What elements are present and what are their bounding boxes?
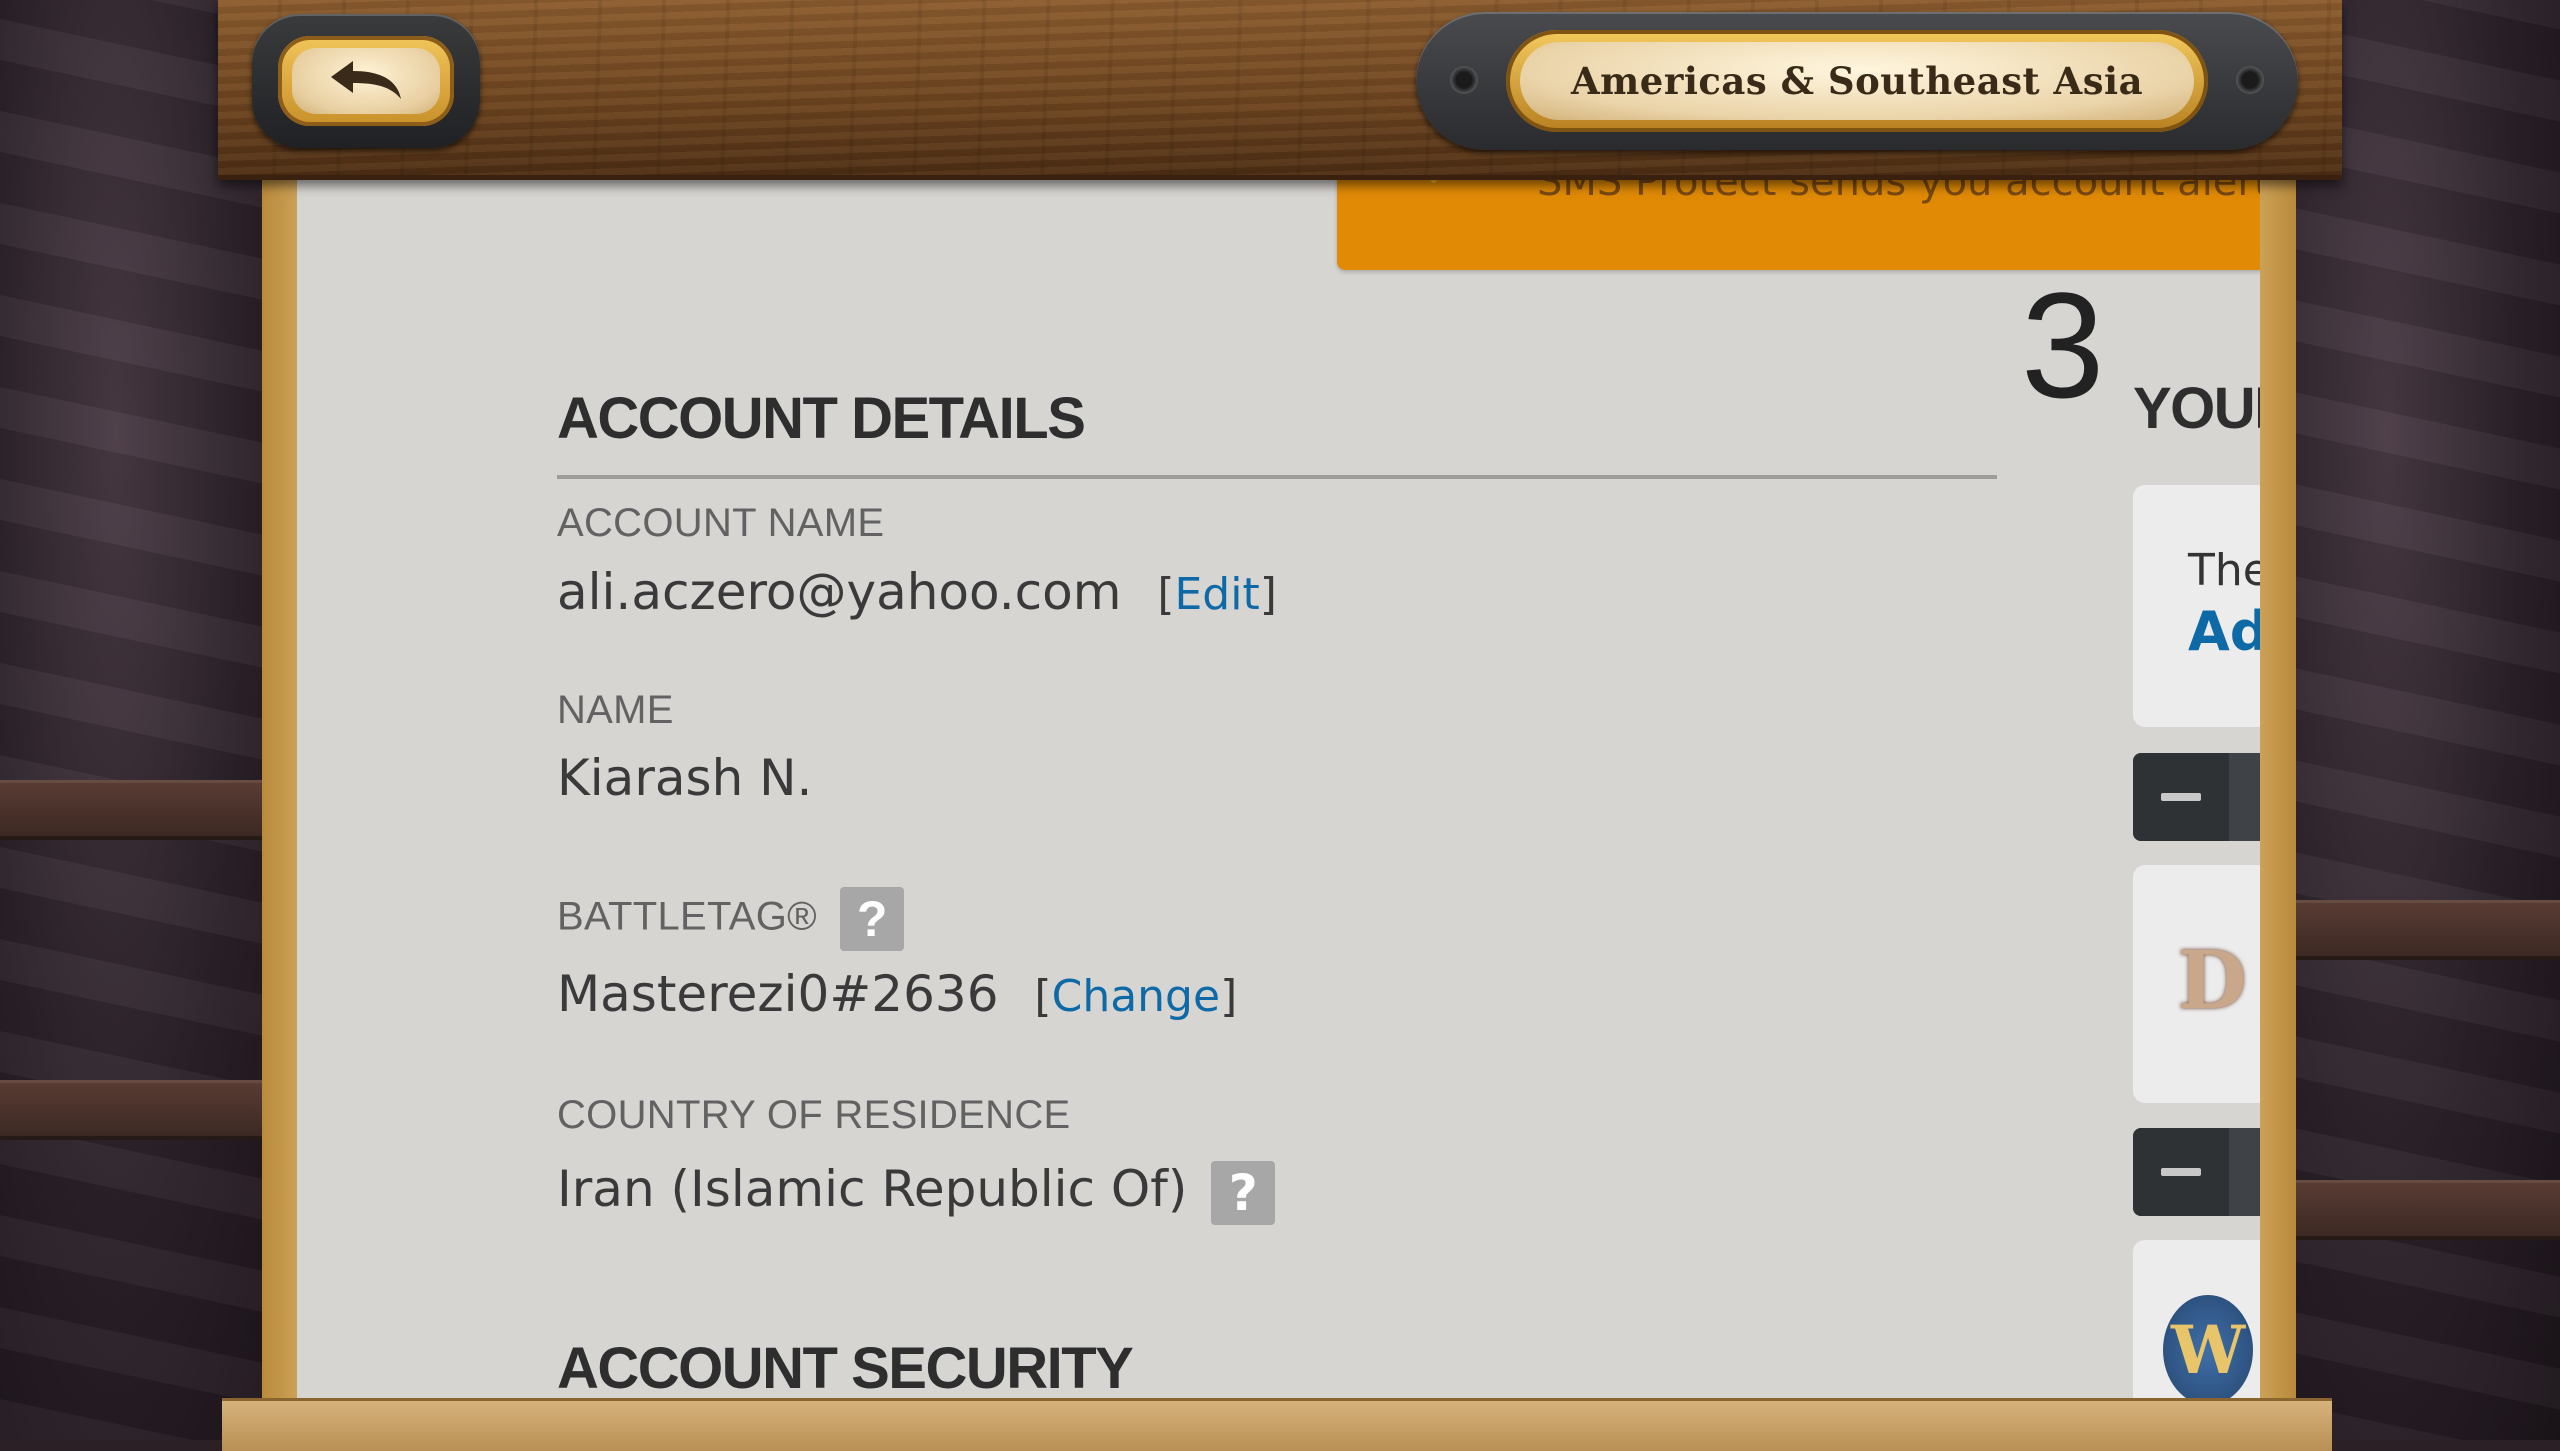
warcraft-logo-icon: W: [2163, 1295, 2253, 1398]
back-arrow-icon: [331, 61, 401, 99]
account-name-row: ali.aczero@yahoo.com [Edit]: [557, 563, 1277, 621]
change-battletag-link[interactable]: Change: [1052, 971, 1220, 1022]
collapse-bar: [2133, 1128, 2260, 1216]
diablo-logo-icon: D: [2177, 933, 2247, 1027]
collapse-button[interactable]: [2133, 1128, 2229, 1216]
name-value: Kiarash N.: [557, 749, 813, 807]
card-link[interactable]: Ad: [2188, 600, 2260, 663]
battletag-row: Masterezi0#2636 [Change]: [557, 965, 1238, 1023]
bolt-icon: [2236, 66, 2264, 94]
account-security-title: ACCOUNT SECURITY: [557, 1336, 1134, 1398]
sms-protect-banner[interactable]: ⌄ SMS Protect sends you account alerts: [1337, 175, 2260, 270]
card-text: The: [2188, 545, 2260, 596]
help-icon[interactable]: ?: [1211, 1160, 1276, 1225]
collapse-bar: [2133, 753, 2260, 841]
account-page[interactable]: ⌄ SMS Protect sends you account alerts 3…: [297, 175, 2260, 1398]
background-left: [0, 0, 290, 1440]
region-label: Americas & Southeast Asia: [1520, 42, 2194, 120]
country-row: Iran (Islamic Republic Of) ?: [557, 1160, 1276, 1225]
background-plank: [2270, 1180, 2560, 1240]
name-label: NAME: [557, 688, 674, 732]
step-number: 3: [2021, 261, 2105, 429]
back-button[interactable]: [252, 14, 480, 148]
help-icon[interactable]: ?: [840, 887, 905, 951]
battletag-value: Masterezi0#2636: [557, 965, 999, 1023]
account-details-title: ACCOUNT DETAILS: [557, 386, 1086, 451]
battletag-label: BATTLETAG®: [557, 894, 817, 939]
background-plank: [0, 1080, 290, 1140]
country-label: COUNTRY OF RESIDENCE: [557, 1093, 1071, 1137]
collapse-button[interactable]: [2133, 753, 2229, 841]
section-divider: [557, 475, 1997, 479]
background-plank: [2270, 900, 2560, 960]
account-name-value: ali.aczero@yahoo.com: [557, 563, 1122, 621]
parchment-bottom-edge: [222, 1398, 2332, 1451]
right-column-title: YOUR: [2133, 376, 2260, 441]
region-selector[interactable]: Americas & Southeast Asia: [1416, 12, 2298, 150]
account-name-label: ACCOUNT NAME: [557, 501, 885, 545]
bolt-icon: [1450, 66, 1478, 94]
country-value: Iran (Islamic Republic Of): [557, 1160, 1188, 1218]
edit-account-name-link[interactable]: Edit: [1174, 569, 1259, 620]
info-card: The Ad: [2133, 485, 2260, 727]
background-plank: [0, 780, 290, 840]
battletag-label-row: BATTLETAG® ?: [557, 887, 905, 951]
